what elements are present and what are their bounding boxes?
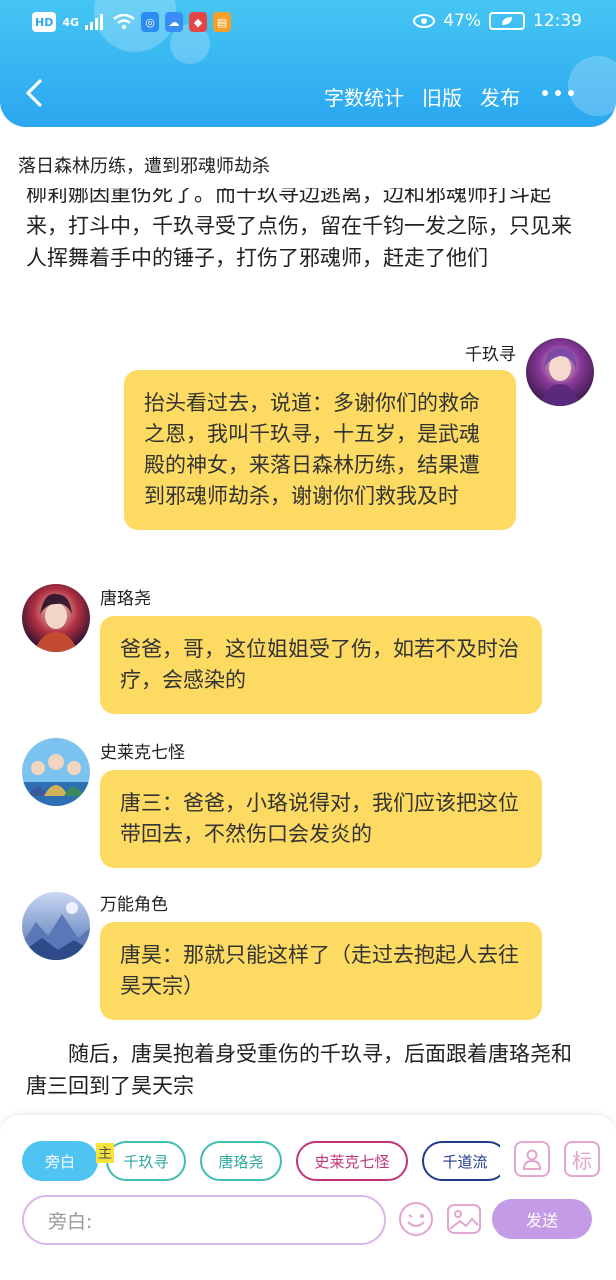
speaker-name: 千玖寻 [465, 345, 516, 365]
dialogue-input[interactable]: 旁白: [22, 1195, 386, 1245]
speaker-name: 万能角色 [100, 895, 168, 915]
add-character-icon[interactable] [514, 1141, 550, 1177]
avatar[interactable] [22, 892, 90, 960]
notes-app-icon: ▤ [213, 12, 232, 32]
main-role-tag: 主 [96, 1143, 114, 1163]
mark-icon[interactable]: 标 [564, 1141, 600, 1177]
role-chip-qiandaoliu[interactable]: 千道流 [422, 1141, 500, 1181]
landscape-portrait-icon [22, 892, 90, 960]
weather-app-icon: ☁ [165, 12, 184, 32]
wifi-icon [113, 14, 135, 30]
role-chip-shrek-seven[interactable]: 史莱克七怪 [296, 1141, 408, 1181]
top-header: HD 4G ◎ ☁ ◆ ▤ 47% 12:39 字数统计 旧版 发布 [0, 0, 616, 127]
role-chip-bar: 旁白 千玖寻 唐珞尧 史莱克七怪 千道流 [22, 1141, 500, 1181]
role-chip-qianjiuxun[interactable]: 千玖寻 [106, 1141, 186, 1181]
role-chip-narrator[interactable]: 旁白 [22, 1141, 98, 1181]
emoji-icon[interactable] [398, 1201, 434, 1237]
message-bubble[interactable]: 唐三：爸爸，小珞说得对，我们应该把这位带回去，不然伤口会发炎的 [100, 770, 542, 868]
avatar[interactable] [526, 338, 594, 406]
more-icon[interactable] [542, 90, 574, 96]
chapter-title[interactable]: 落日森林历练，遭到邪魂师劫杀 [18, 152, 270, 178]
speaker-name: 史莱克七怪 [100, 743, 185, 763]
message-bubble[interactable]: 唐昊：那就只能这样了（走过去抱起人去往昊天宗） [100, 922, 542, 1020]
send-button[interactable]: 发送 [492, 1199, 592, 1239]
role-chip-tangluoyao[interactable]: 唐珞尧 [200, 1141, 282, 1181]
group-portrait-icon [22, 738, 90, 806]
narration-paragraph[interactable]: 柳莉娜因重伤死了。而千玖寻边逃离，边和邪魂师打斗起来，打斗中，千玖寻受了点伤，留… [26, 188, 592, 274]
avatar[interactable] [22, 738, 90, 806]
old-version-button[interactable]: 旧版 [422, 82, 462, 111]
message-bubble[interactable]: 抬头看过去，说道：多谢你们的救命之恩，我叫千玖寻，十五岁，是武魂殿的神女，来落日… [124, 370, 516, 530]
battery-icon [489, 12, 525, 30]
publish-button[interactable]: 发布 [480, 82, 520, 111]
story-content: 柳莉娜因重伤死了。而千玖寻边逃离，边和邪魂师打斗起来，打斗中，千玖寻受了点伤，留… [0, 188, 616, 1113]
avatar[interactable] [22, 584, 90, 652]
battery-percent: 47% [443, 11, 481, 31]
person-icon [522, 1149, 542, 1170]
clock: 12:39 [533, 11, 582, 31]
character-portrait-icon [526, 338, 594, 406]
input-panel: 旁白 千玖寻 唐珞尧 史莱克七怪 千道流 主 标 旁白: 发送 [0, 1115, 616, 1280]
back-arrow-icon[interactable] [20, 78, 50, 108]
network-indicator: 4G [62, 15, 80, 29]
word-count-button[interactable]: 字数统计 [324, 82, 404, 111]
message-bubble[interactable]: 爸爸，哥，这位姐姐受了伤，如若不及时治疗，会感染的 [100, 616, 542, 714]
image-icon[interactable] [446, 1201, 482, 1237]
shopping-app-icon: ◆ [189, 12, 208, 32]
status-bar: HD 4G ◎ ☁ ◆ ▤ 47% 12:39 [0, 0, 616, 46]
character-portrait-icon [22, 584, 90, 652]
eye-icon [413, 14, 436, 28]
speaker-name: 唐珞尧 [100, 589, 151, 609]
nav-bar: 字数统计 旧版 发布 [0, 66, 616, 122]
narration-paragraph[interactable]: 随后，唐昊抱着身受重伤的千玖寻，后面跟着唐珞尧和唐三回到了昊天宗 [26, 1038, 592, 1102]
search-app-icon: ◎ [141, 12, 160, 32]
signal-icon [85, 14, 104, 30]
hd-indicator: HD [32, 12, 57, 32]
